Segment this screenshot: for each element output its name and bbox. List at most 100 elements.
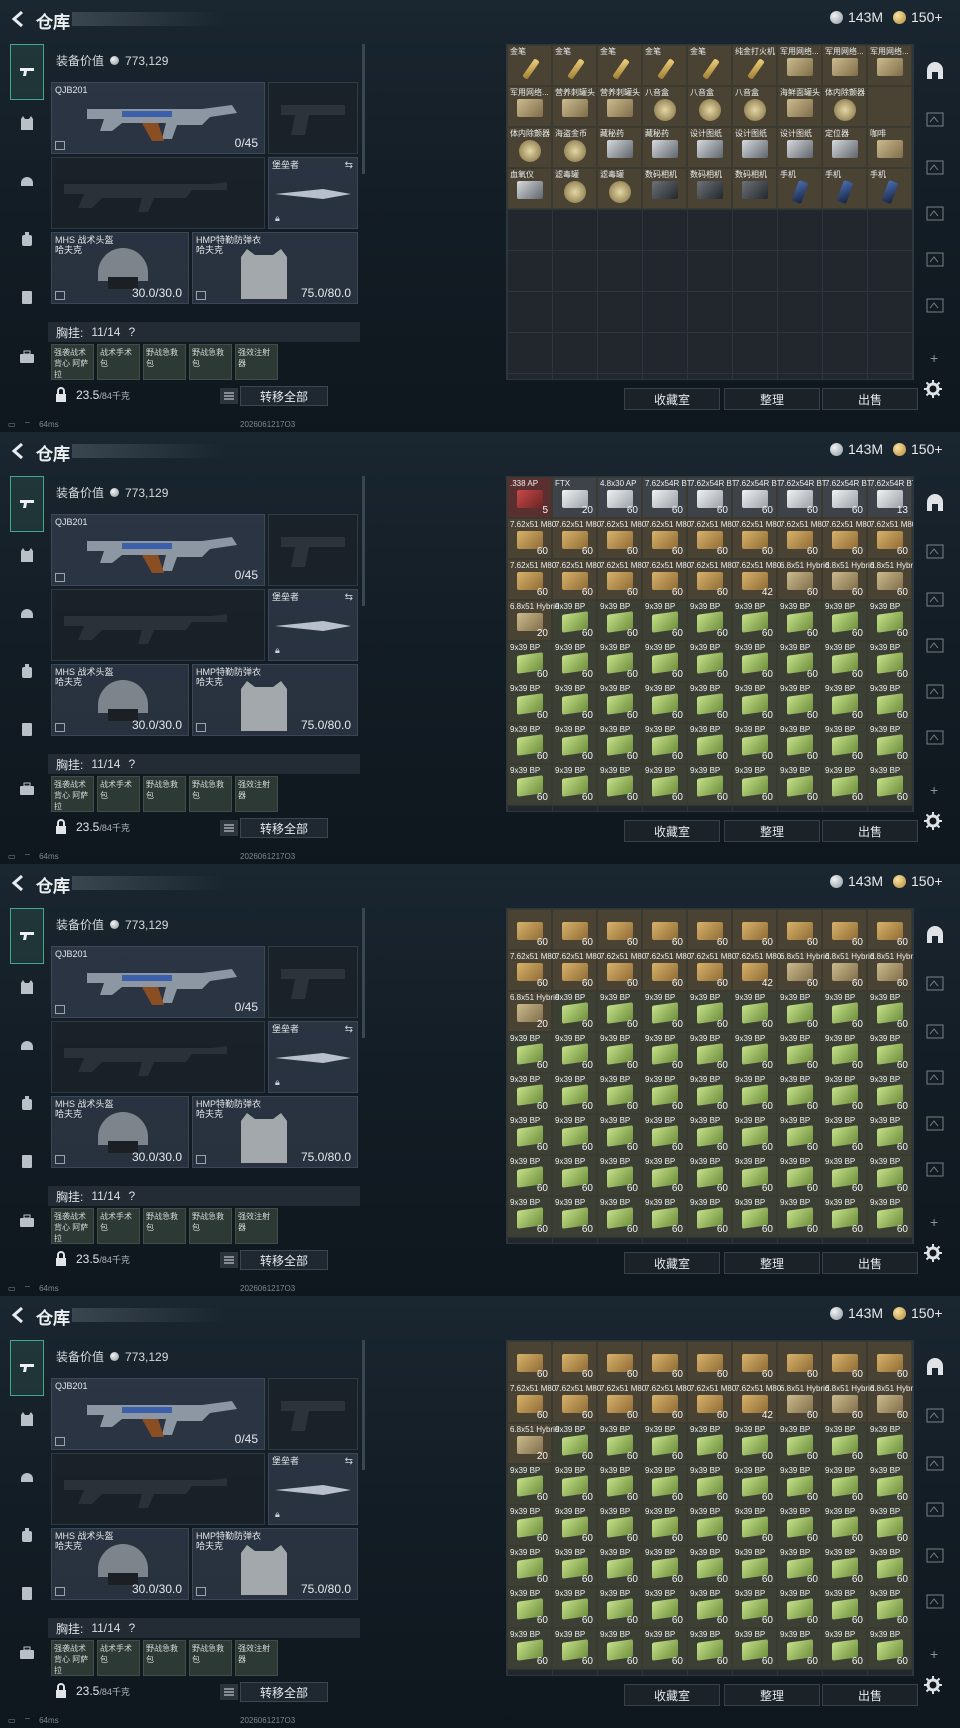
- storage-item[interactable]: 9x39 BP 60: [777, 1587, 822, 1628]
- storage-item[interactable]: 7.62x51 M80 42: [732, 559, 781, 600]
- nav-backpack[interactable]: [10, 654, 44, 688]
- storage-item[interactable]: 9x39 BP 60: [777, 991, 822, 1032]
- armor-slot[interactable]: HMP特勤防弹衣 哈夫克 75.0/80.0: [192, 232, 358, 304]
- storage-item[interactable]: 9x39 BP 60: [867, 1073, 912, 1114]
- storage-item[interactable]: 9x39 BP 60: [642, 1464, 687, 1505]
- storage-item[interactable]: 7.62x51 M80 60: [822, 518, 871, 559]
- storage-tab-1[interactable]: [924, 540, 946, 562]
- collection-room-button[interactable]: 收藏室: [624, 1252, 720, 1274]
- storage-item[interactable]: 9x39 BP 60: [867, 682, 912, 723]
- storage-tab-home[interactable]: [924, 1356, 946, 1378]
- storage-item[interactable]: 八音盒: [687, 86, 732, 127]
- add-storage-tab-icon[interactable]: +: [930, 1646, 938, 1662]
- storage-item[interactable]: 9x39 BP 60: [867, 1464, 912, 1505]
- gear-icon[interactable]: [924, 812, 942, 830]
- armor-slot[interactable]: HMP特勤防弹衣 哈夫克 75.0/80.0: [192, 664, 358, 736]
- storage-item[interactable]: 60: [777, 1341, 822, 1382]
- storage-item[interactable]: 9x39 BP 60: [507, 1505, 552, 1546]
- chest-rig-pouch[interactable]: 野战急救包: [189, 776, 232, 812]
- storage-item[interactable]: 军用网络...: [507, 86, 552, 127]
- storage-item[interactable]: 9x39 BP 60: [642, 991, 687, 1032]
- storage-item[interactable]: 9x39 BP 60: [867, 1505, 912, 1546]
- nav-case[interactable]: [10, 772, 44, 806]
- storage-item[interactable]: 9x39 BP 60: [597, 1155, 642, 1196]
- storage-item[interactable]: 9x39 BP 60: [642, 1114, 687, 1155]
- storage-item[interactable]: 9x39 BP 60: [507, 723, 552, 764]
- storage-item[interactable]: 9x39 BP 60: [777, 641, 822, 682]
- chest-rig-pouch[interactable]: 强效注射器: [235, 344, 278, 380]
- storage-item[interactable]: 9x39 BP 60: [507, 1114, 552, 1155]
- storage-tab-5[interactable]: [924, 726, 946, 748]
- storage-item[interactable]: 9x39 BP 60: [732, 764, 777, 805]
- storage-item[interactable]: 9x39 BP 60: [642, 1423, 687, 1464]
- swap-icon[interactable]: ⇆: [345, 1024, 353, 1035]
- storage-item[interactable]: 7.62x51 M80 60: [597, 1382, 646, 1423]
- storage-item[interactable]: 9x39 BP 60: [687, 1423, 732, 1464]
- swap-icon[interactable]: ⇆: [345, 1456, 353, 1467]
- storage-item[interactable]: 9x39 BP 60: [732, 1114, 777, 1155]
- storage-item[interactable]: 9x39 BP 60: [552, 600, 597, 641]
- storage-tab-1[interactable]: [924, 972, 946, 994]
- storage-item[interactable]: 9x39 BP 60: [507, 1628, 552, 1669]
- storage-item[interactable]: 9x39 BP 60: [507, 1546, 552, 1587]
- storage-item[interactable]: 9x39 BP 60: [597, 1505, 642, 1546]
- storage-item[interactable]: 7.62x51 M80 42: [732, 1382, 781, 1423]
- storage-item[interactable]: 60: [867, 909, 912, 950]
- nav-helmet[interactable]: [10, 1028, 44, 1062]
- chest-rig-pouch[interactable]: 野战急救包: [189, 1640, 232, 1676]
- storage-item[interactable]: 八音盒: [732, 86, 777, 127]
- gear-icon[interactable]: [924, 1244, 942, 1262]
- storage-item[interactable]: 9x39 BP 60: [777, 1032, 822, 1073]
- inspect-icon[interactable]: [55, 1155, 65, 1164]
- storage-item[interactable]: 数码相机: [687, 168, 732, 209]
- nav-case[interactable]: [10, 1636, 44, 1670]
- collection-room-button[interactable]: 收藏室: [624, 388, 720, 410]
- armor-slot[interactable]: HMP特勤防弹衣 哈夫克 75.0/80.0: [192, 1528, 358, 1600]
- storage-item[interactable]: 7.62x51 M80 60: [732, 518, 781, 559]
- storage-item[interactable]: FTX 20: [552, 477, 597, 518]
- storage-item[interactable]: 6.8x51 Hybrid 60: [822, 950, 874, 991]
- pistol-slot[interactable]: [268, 514, 358, 586]
- nav-vest[interactable]: [10, 970, 44, 1004]
- storage-item[interactable]: 9x39 BP 60: [642, 641, 687, 682]
- inspect-icon[interactable]: [55, 291, 65, 300]
- storage-item[interactable]: 9x39 BP 60: [732, 1587, 777, 1628]
- storage-item[interactable]: 7.62x51 M80 60: [687, 518, 736, 559]
- storage-item[interactable]: 4.8x30 AP 60: [597, 477, 642, 518]
- pistol-slot[interactable]: [268, 1378, 358, 1450]
- storage-item[interactable]: 军用网络...: [777, 45, 822, 86]
- storage-item[interactable]: 9x39 BP 60: [777, 1546, 822, 1587]
- storage-item[interactable]: 9x39 BP 60: [732, 991, 777, 1032]
- storage-item[interactable]: 9x39 BP 60: [867, 1628, 912, 1669]
- add-storage-tab-icon[interactable]: +: [930, 350, 938, 366]
- storage-item[interactable]: 手机: [867, 168, 912, 209]
- storage-item[interactable]: 9x39 BP 60: [732, 723, 777, 764]
- primary-weapon-slot[interactable]: QJB201 0/45: [51, 946, 265, 1018]
- storage-item[interactable]: 9x39 BP 60: [552, 1032, 597, 1073]
- storage-item[interactable]: 7.62x54R BT 60: [777, 477, 827, 518]
- chest-rig-pouch[interactable]: 野战急救包: [143, 1640, 186, 1676]
- storage-item[interactable]: 7.62x51 M80 60: [507, 559, 556, 600]
- storage-item[interactable]: 纯金打火机: [732, 45, 777, 86]
- storage-item[interactable]: 9x39 BP 60: [822, 764, 867, 805]
- storage-tab-1[interactable]: [924, 1404, 946, 1426]
- storage-item[interactable]: 7.62x51 M80 60: [552, 518, 601, 559]
- storage-item[interactable]: [867, 86, 912, 127]
- gold-balance[interactable]: 150+: [893, 9, 943, 25]
- chest-rig-pouch[interactable]: 战术手术包: [97, 1208, 140, 1244]
- storage-item[interactable]: 海盗金币: [552, 127, 597, 168]
- add-storage-tab-icon[interactable]: +: [930, 1214, 938, 1230]
- storage-item[interactable]: 7.62x51 M80 60: [642, 950, 691, 991]
- inspect-icon[interactable]: [196, 1587, 206, 1596]
- storage-item[interactable]: 7.62x51 M80 60: [507, 950, 556, 991]
- storage-item[interactable]: 60: [867, 1341, 912, 1382]
- storage-item[interactable]: 9x39 BP 60: [507, 764, 552, 805]
- inspect-icon[interactable]: [55, 1587, 65, 1596]
- storage-item[interactable]: 9x39 BP 60: [732, 600, 777, 641]
- storage-item[interactable]: 9x39 BP 60: [642, 600, 687, 641]
- transfer-all-button[interactable]: 转移全部: [240, 1250, 328, 1270]
- chest-rig-pouch[interactable]: 强袭战术背心 阿萨拉: [51, 776, 94, 812]
- storage-item[interactable]: 9x39 BP 60: [552, 1073, 597, 1114]
- chest-rig-pouch[interactable]: 战术手术包: [97, 344, 140, 380]
- storage-item[interactable]: 军用网络...: [867, 45, 912, 86]
